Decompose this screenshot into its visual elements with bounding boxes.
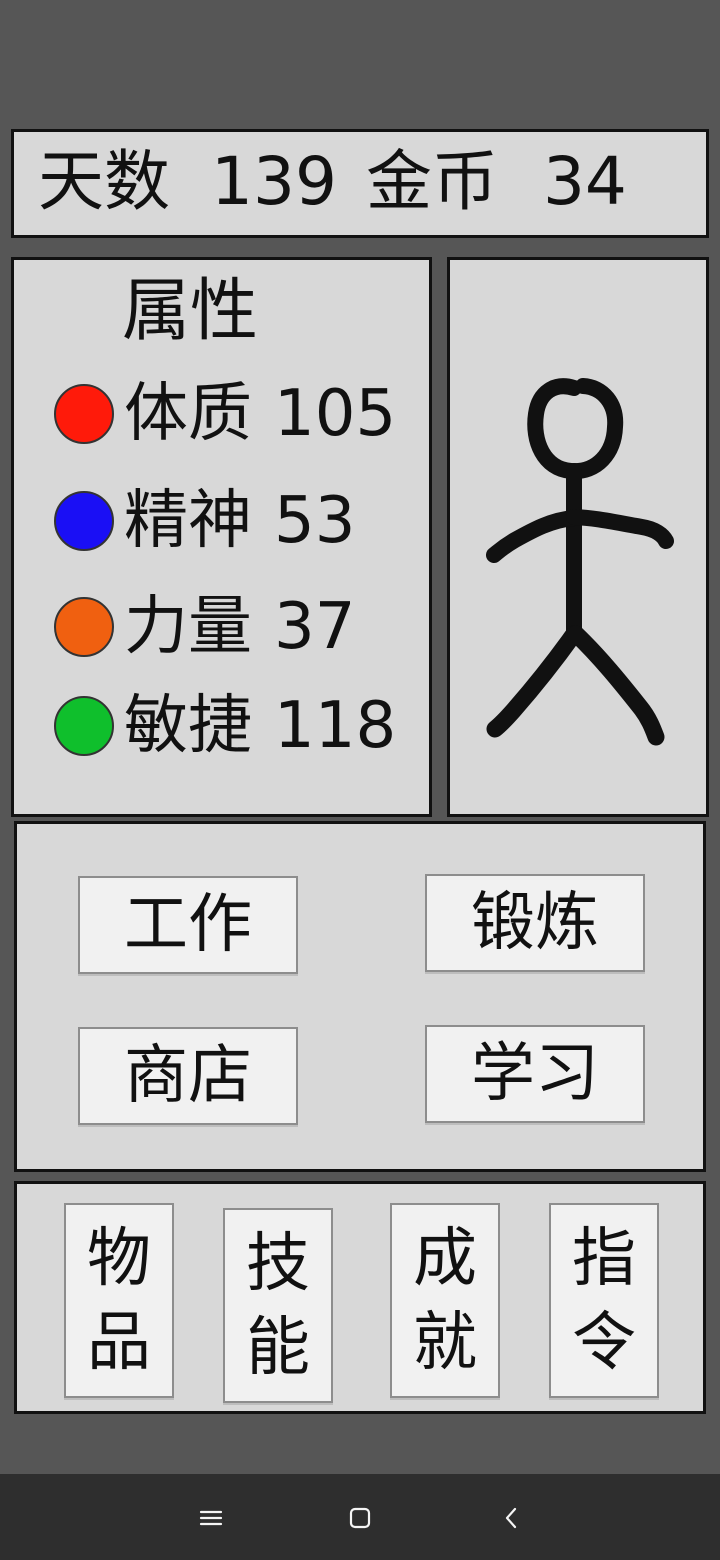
strength-label: 力量 <box>124 590 252 664</box>
study-button[interactable]: 学习 <box>425 1025 645 1123</box>
shop-button[interactable]: 商店 <box>78 1027 298 1125</box>
gold-value: 34 <box>542 143 627 220</box>
achievements-tab-button[interactable]: 成就 <box>390 1203 500 1398</box>
attribute-row-spirit: 精神 53 <box>54 480 355 562</box>
constitution-value: 105 <box>274 377 397 451</box>
work-button[interactable]: 工作 <box>78 876 298 974</box>
achievements-tab-label: 成就 <box>413 1221 477 1380</box>
home-icon[interactable] <box>340 1498 380 1538</box>
action-panel: 工作 锻炼 商店 学习 <box>14 821 706 1172</box>
back-icon[interactable] <box>491 1498 531 1538</box>
attribute-row-agility: 敏捷 118 <box>54 685 396 767</box>
green-circle-icon <box>54 696 114 756</box>
spirit-value: 53 <box>274 484 356 558</box>
days-value: 139 <box>210 143 337 220</box>
constitution-label: 体质 <box>124 377 252 451</box>
work-button-label: 工作 <box>124 888 252 962</box>
orange-circle-icon <box>54 597 114 657</box>
character-panel <box>447 257 709 817</box>
attributes-title: 属性 <box>122 272 259 351</box>
agility-value: 118 <box>274 689 397 763</box>
gold-label: 金币 <box>365 143 498 220</box>
commands-tab-label: 指令 <box>572 1221 636 1380</box>
attribute-row-constitution: 体质 105 <box>54 373 396 455</box>
skills-tab-label: 技能 <box>246 1226 310 1385</box>
train-button-label: 锻炼 <box>471 886 599 960</box>
agility-label: 敏捷 <box>124 689 252 763</box>
bottom-tab-panel: 物品 技能 成就 指令 <box>14 1181 706 1414</box>
items-tab-button[interactable]: 物品 <box>64 1203 174 1398</box>
blue-circle-icon <box>54 491 114 551</box>
status-panel: 天数 139 金币 34 <box>11 129 709 238</box>
attribute-row-strength: 力量 37 <box>54 586 355 668</box>
shop-button-label: 商店 <box>124 1039 252 1113</box>
strength-value: 37 <box>274 590 356 664</box>
red-circle-icon <box>54 384 114 444</box>
menu-icon[interactable] <box>191 1498 231 1538</box>
stick-figure-icon <box>486 378 674 746</box>
items-tab-label: 物品 <box>87 1221 151 1380</box>
spirit-label: 精神 <box>124 484 252 558</box>
status-text: 天数 139 金币 34 <box>38 142 627 222</box>
skills-tab-button[interactable]: 技能 <box>223 1208 333 1403</box>
commands-tab-button[interactable]: 指令 <box>549 1203 659 1398</box>
attributes-panel: 属性 体质 105 精神 53 力量 37 敏捷 118 <box>11 257 432 817</box>
study-button-label: 学习 <box>471 1037 599 1111</box>
system-navigation-bar <box>0 1474 720 1560</box>
days-label: 天数 <box>38 143 170 220</box>
train-button[interactable]: 锻炼 <box>425 874 645 972</box>
